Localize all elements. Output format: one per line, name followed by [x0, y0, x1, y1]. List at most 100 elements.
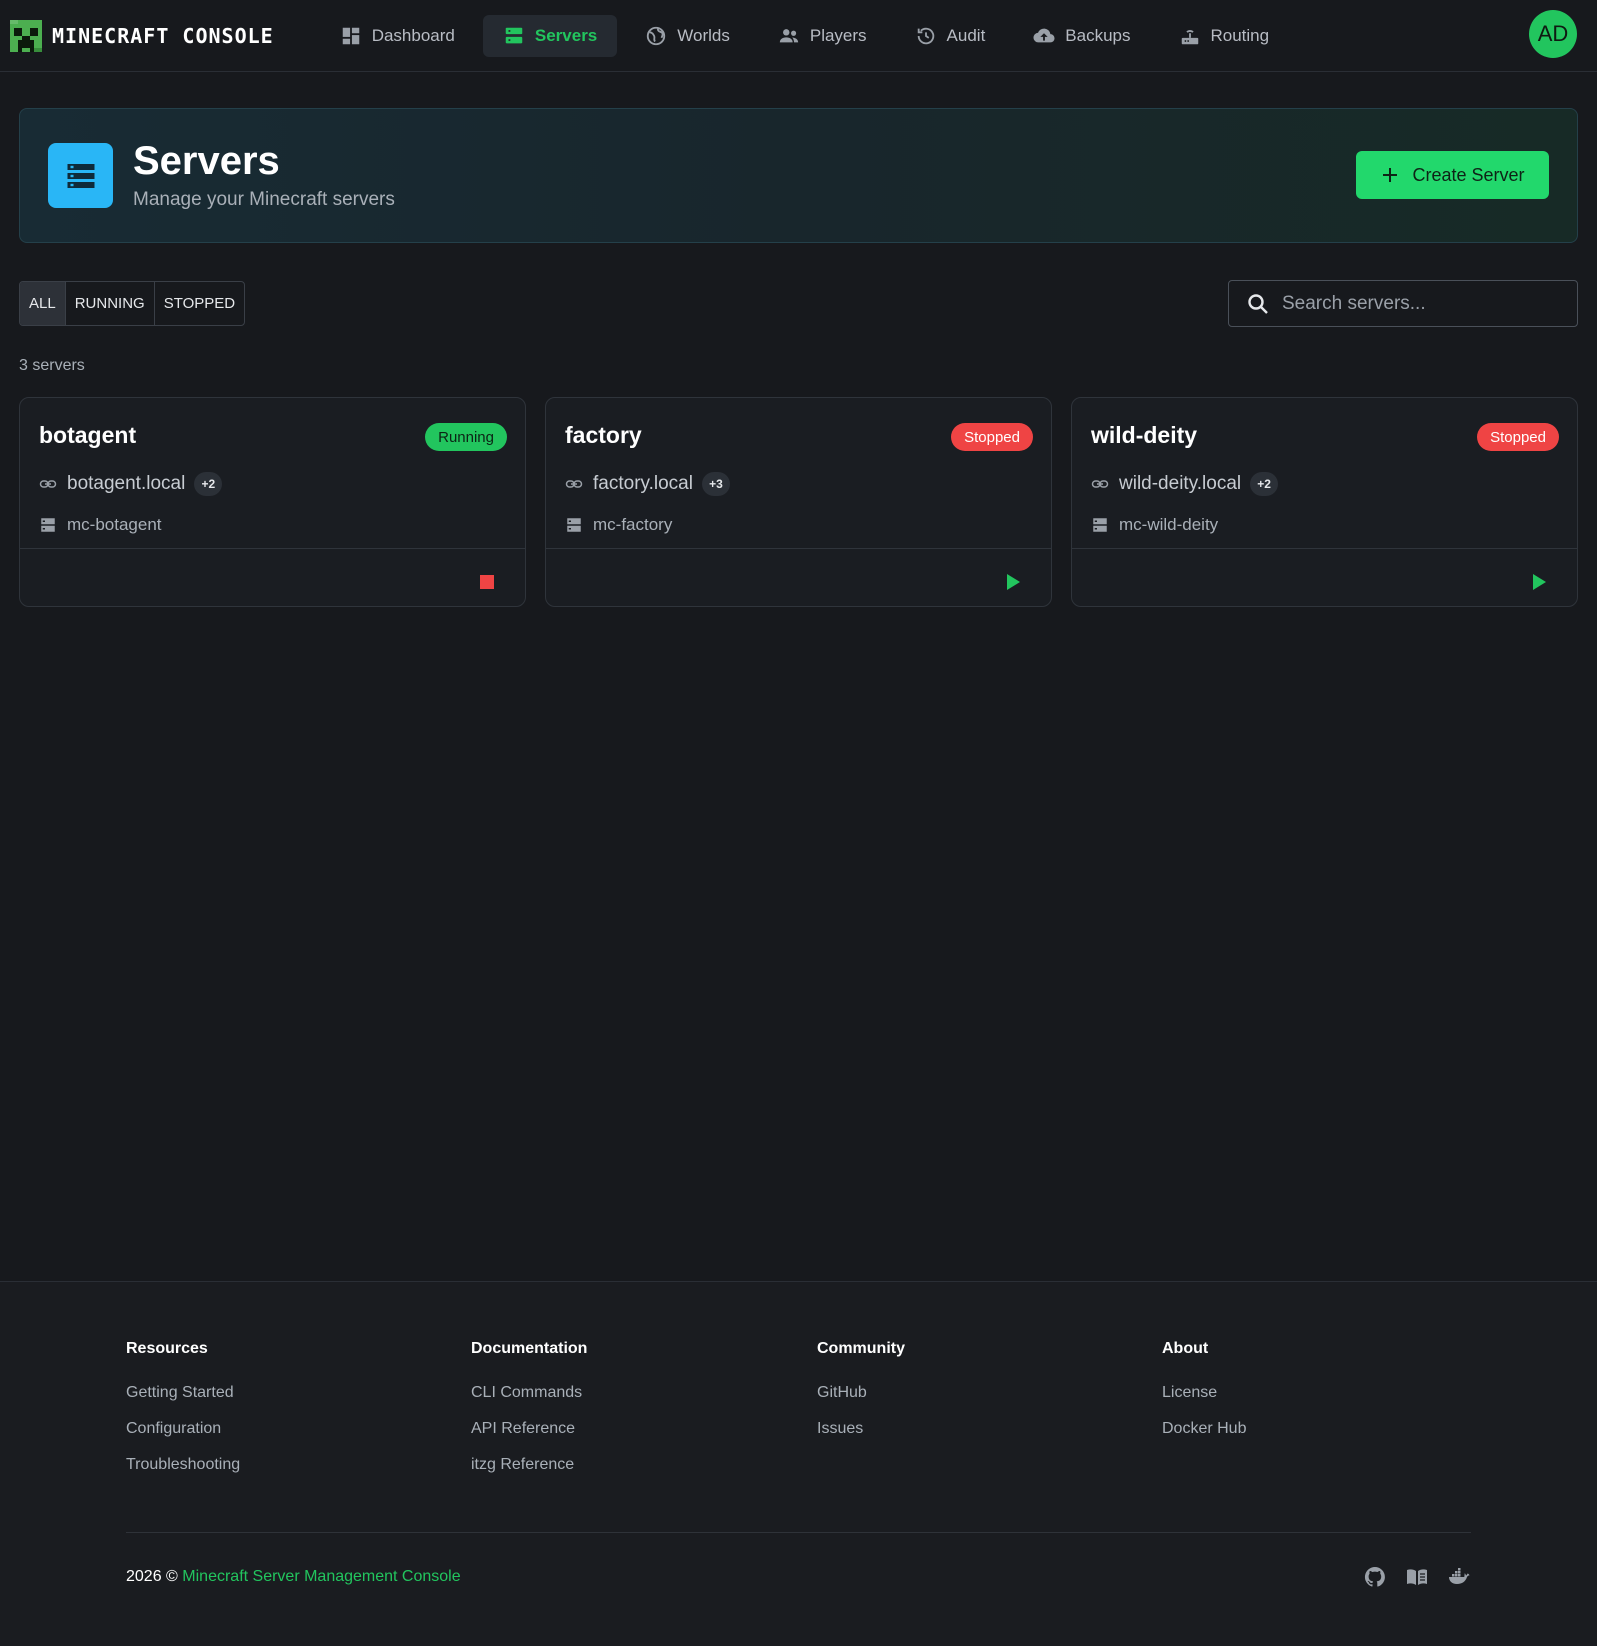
create-server-label: Create Server [1412, 164, 1525, 185]
play-icon [1004, 573, 1022, 591]
status-filter-group: ALL RUNNING STOPPED [19, 281, 246, 326]
dashboard-icon [340, 25, 362, 47]
filter-all[interactable]: ALL [20, 282, 66, 325]
stop-server-button[interactable] [475, 570, 499, 594]
card-divider [20, 548, 525, 549]
extra-hosts-badge[interactable]: +2 [1250, 472, 1279, 496]
main-nav: Dashboard Servers Worlds Players Audit B… [320, 14, 1297, 57]
container-name: mc-wild-deity [1119, 515, 1219, 534]
server-name: factory [565, 422, 642, 448]
server-card[interactable]: wild-deity Stopped wild-deity.local +2 m… [1071, 397, 1578, 607]
nav-label: Players [809, 25, 867, 45]
stop-icon [479, 574, 495, 590]
search-input[interactable] [1282, 292, 1562, 315]
nav-label: Worlds [677, 25, 730, 45]
footer-link-license[interactable]: License [1162, 1384, 1246, 1402]
link-icon [1091, 475, 1109, 493]
card-divider [1072, 548, 1577, 549]
server-grid: botagent Running botagent.local +2 mc-bo… [19, 397, 1578, 607]
nav-item-backups[interactable]: Backups [1013, 15, 1150, 57]
start-server-button[interactable] [1527, 570, 1551, 594]
footer-link-cli-commands[interactable]: CLI Commands [471, 1384, 587, 1402]
footer-divider [126, 1532, 1471, 1533]
nav-item-audit[interactable]: Audit [895, 15, 1006, 57]
server-name: botagent [39, 422, 137, 448]
nav-label: Dashboard [371, 25, 455, 45]
footer-link-configuration[interactable]: Configuration [126, 1420, 240, 1438]
container-icon [39, 516, 57, 534]
container-name: mc-factory [593, 515, 673, 534]
footer-column-resources: Resources Getting Started Configuration … [126, 1340, 240, 1492]
footer-heading: About [1162, 1340, 1209, 1357]
server-container: mc-botagent [39, 515, 162, 535]
status-badge: Stopped [1477, 423, 1559, 451]
page-title: Servers [133, 139, 280, 183]
page-header: Servers Manage your Minecraft servers Cr… [19, 108, 1578, 243]
user-avatar[interactable]: AD [1529, 10, 1577, 58]
docker-icon[interactable] [1447, 1565, 1471, 1589]
server-host: wild-deity.local +2 [1091, 472, 1279, 496]
footer-column-about: About License Docker Hub [1162, 1340, 1246, 1456]
link-icon [565, 475, 583, 493]
nav-label: Audit [946, 25, 986, 45]
nav-item-worlds[interactable]: Worlds [625, 15, 750, 57]
status-badge: Running [425, 423, 507, 451]
top-navbar: MINECRAFT CONSOLE Dashboard Servers Worl… [0, 0, 1597, 72]
footer-link-getting-started[interactable]: Getting Started [126, 1384, 240, 1402]
server-name: wild-deity [1091, 422, 1198, 448]
github-icon[interactable] [1363, 1565, 1387, 1589]
hostname: factory.local [593, 473, 693, 494]
extra-hosts-badge[interactable]: +3 [701, 472, 730, 496]
footer-link-troubleshooting[interactable]: Troubleshooting [126, 1456, 240, 1474]
servers-icon [503, 25, 525, 47]
plus-icon [1380, 165, 1400, 185]
footer-heading: Documentation [471, 1340, 588, 1357]
history-icon [915, 25, 937, 47]
docs-book-icon[interactable] [1405, 1565, 1429, 1589]
server-host: botagent.local +2 [39, 472, 223, 496]
footer-link-docker-hub[interactable]: Docker Hub [1162, 1420, 1246, 1438]
server-card[interactable]: botagent Running botagent.local +2 mc-bo… [19, 397, 526, 607]
nav-item-routing[interactable]: Routing [1159, 15, 1290, 57]
nav-label: Servers [534, 25, 598, 45]
link-icon [39, 475, 57, 493]
server-container: mc-factory [565, 515, 672, 535]
create-server-button[interactable]: Create Server [1356, 151, 1549, 199]
footer-column-documentation: Documentation CLI Commands API Reference… [471, 1340, 587, 1492]
footer-link-api-reference[interactable]: API Reference [471, 1420, 587, 1438]
copyright-link[interactable]: Minecraft Server Management Console [182, 1568, 460, 1585]
copyright-prefix: 2026 © [126, 1568, 178, 1585]
players-icon [778, 25, 800, 47]
nav-item-servers[interactable]: Servers [482, 14, 618, 57]
container-name: mc-botagent [67, 515, 162, 534]
footer-link-issues[interactable]: Issues [817, 1420, 905, 1438]
nav-label: Routing [1210, 25, 1270, 45]
footer-heading: Resources [126, 1340, 208, 1357]
hostname: botagent.local [67, 473, 186, 494]
footer-link-itzg-reference[interactable]: itzg Reference [471, 1456, 587, 1474]
filter-running[interactable]: RUNNING [66, 282, 155, 325]
cloud-upload-icon [1033, 25, 1055, 47]
start-server-button[interactable] [1001, 570, 1025, 594]
play-icon [1530, 573, 1548, 591]
site-footer: Resources Getting Started Configuration … [0, 1281, 1597, 1646]
container-icon [565, 516, 583, 534]
page-subtitle: Manage your Minecraft servers [133, 189, 395, 210]
footer-column-community: Community GitHub Issues [817, 1340, 905, 1456]
server-count: 3 servers [19, 357, 85, 374]
footer-social-icons [1345, 1565, 1471, 1589]
search-icon [1246, 292, 1270, 316]
router-icon [1179, 25, 1201, 47]
extra-hosts-badge[interactable]: +2 [194, 472, 223, 496]
server-card[interactable]: factory Stopped factory.local +3 mc-fact… [545, 397, 1052, 607]
server-container: mc-wild-deity [1091, 515, 1218, 535]
footer-heading: Community [817, 1340, 905, 1357]
brand[interactable]: MINECRAFT CONSOLE [10, 19, 274, 52]
nav-item-dashboard[interactable]: Dashboard [320, 15, 475, 57]
search-box [1228, 280, 1578, 327]
copyright: 2026 © Minecraft Server Management Conso… [126, 1568, 461, 1586]
creeper-logo-icon [10, 19, 42, 52]
filter-stopped[interactable]: STOPPED [155, 282, 244, 325]
nav-item-players[interactable]: Players [758, 15, 887, 57]
footer-link-github[interactable]: GitHub [817, 1384, 905, 1402]
